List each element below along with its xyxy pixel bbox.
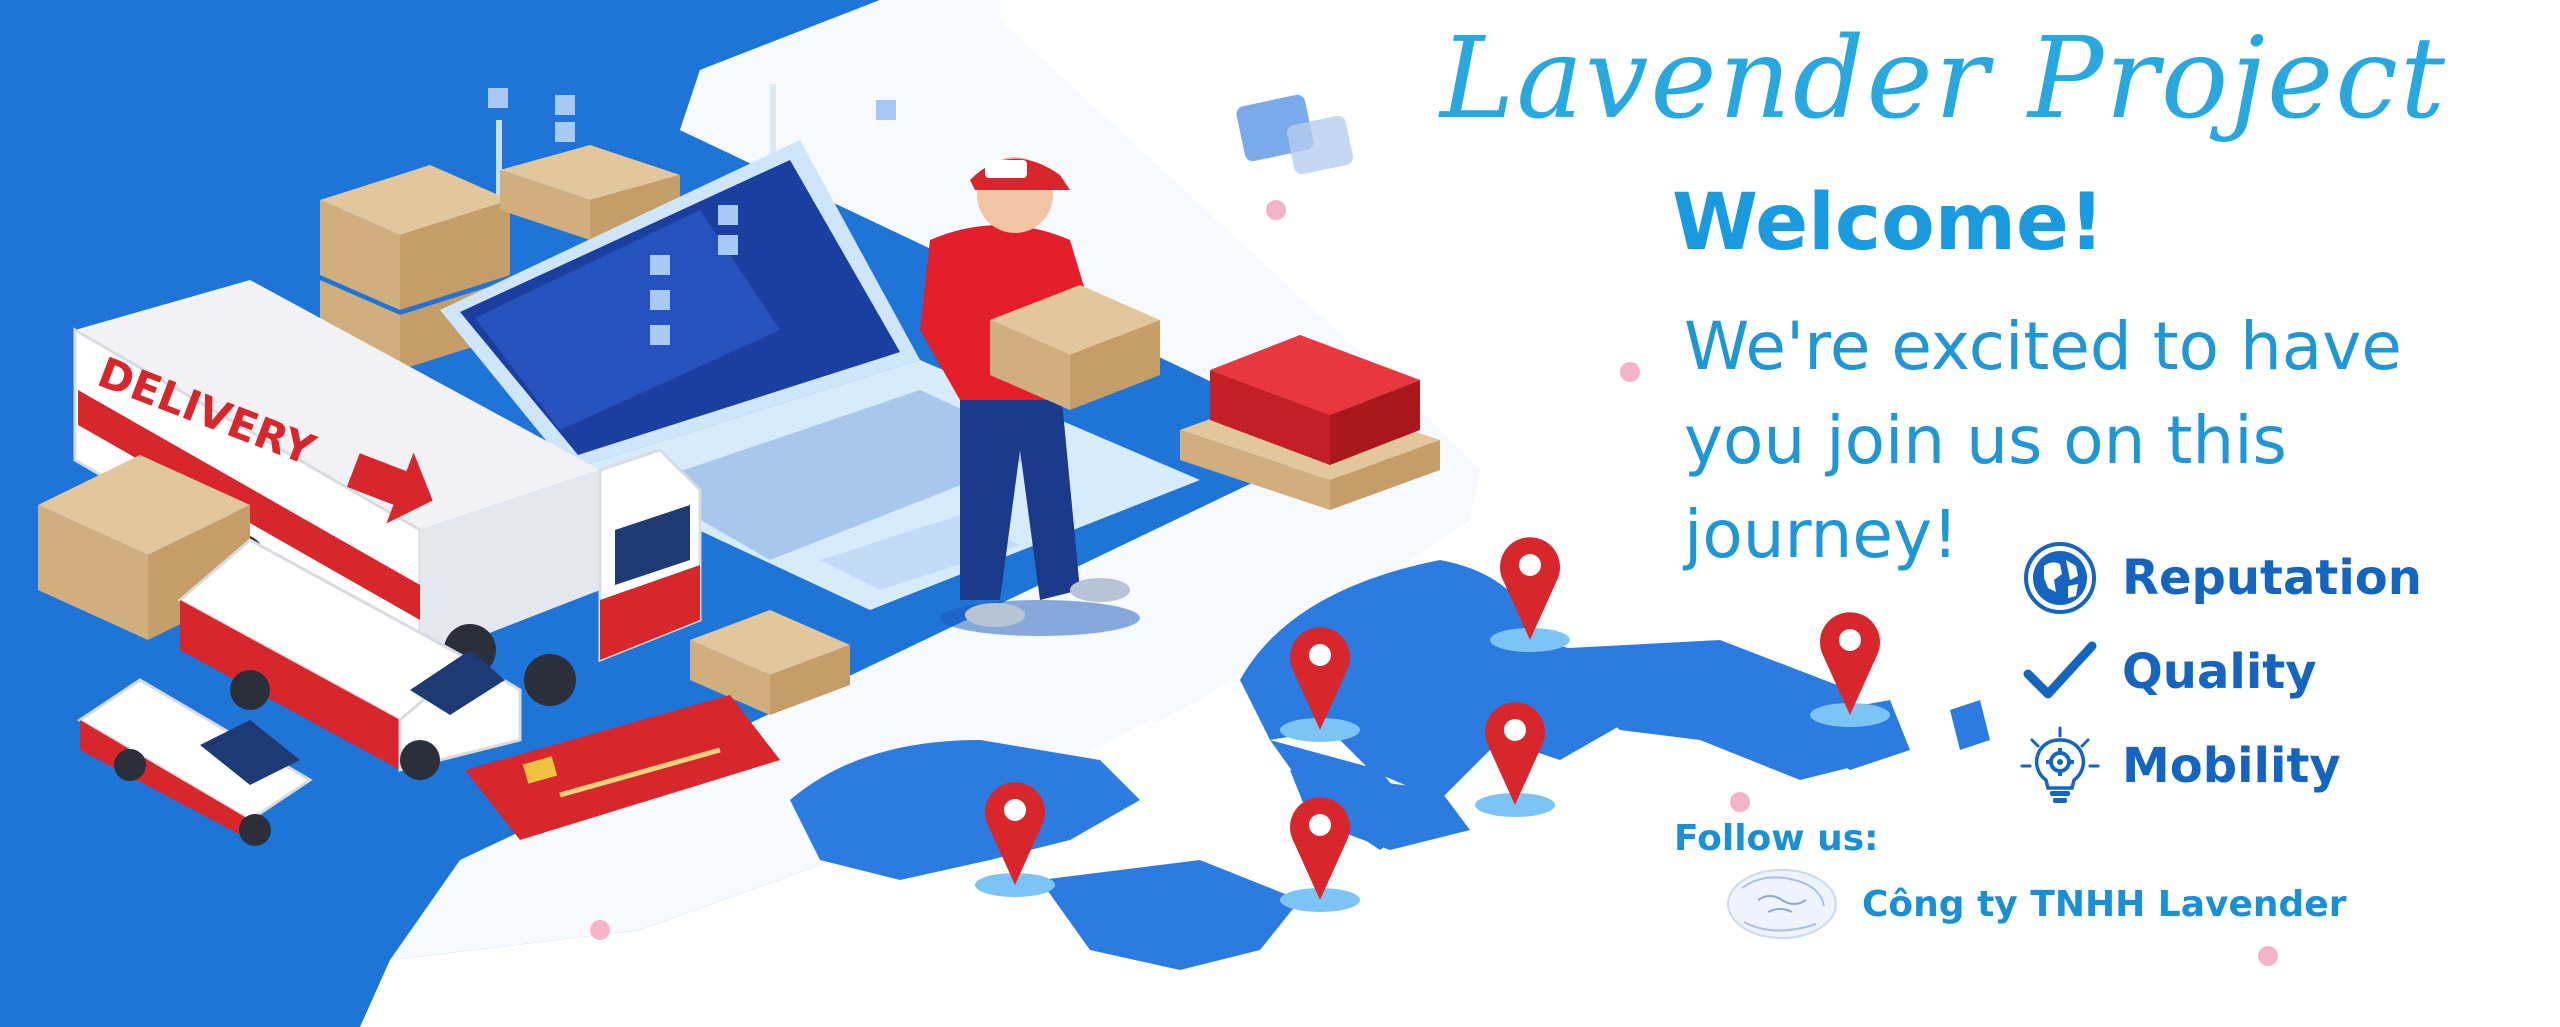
decor-dot <box>1620 362 1640 382</box>
decor-dot <box>1730 792 1750 812</box>
welcome-banner: DELIVERY Lavender Project Welcome! We're… <box>0 0 2560 1027</box>
checkmark-icon <box>2020 632 2100 712</box>
feature-mobility: Mobility <box>2020 726 2341 806</box>
floating-tile <box>876 100 896 120</box>
globe-icon <box>2020 538 2100 618</box>
welcome-heading: Welcome! <box>1672 178 2105 268</box>
tagline-line: We're excited to have <box>1684 308 2402 385</box>
follow-us-label: Follow us: <box>1674 818 1879 859</box>
feature-label: Mobility <box>2122 738 2341 794</box>
feature-label: Quality <box>2122 644 2317 700</box>
floating-tile <box>555 95 575 115</box>
company-link[interactable]: Công ty TNHH Lavender <box>1724 866 2346 942</box>
floating-tile <box>488 88 508 108</box>
lightbulb-gear-icon <box>2020 726 2100 806</box>
floating-tile <box>555 122 575 142</box>
feature-label: Reputation <box>2122 550 2422 606</box>
brand-title: Lavender Project <box>1440 14 2448 144</box>
decor-dot <box>1266 200 1286 220</box>
company-logo <box>1724 866 1840 942</box>
decor-dot <box>2258 946 2278 966</box>
feature-quality: Quality <box>2020 632 2317 712</box>
tagline-line: you join us on this <box>1684 402 2287 479</box>
decor-dot <box>590 920 610 940</box>
company-name: Công ty TNHH Lavender <box>1862 883 2347 925</box>
feature-reputation: Reputation <box>2020 538 2422 618</box>
map-pin <box>1810 612 1890 727</box>
